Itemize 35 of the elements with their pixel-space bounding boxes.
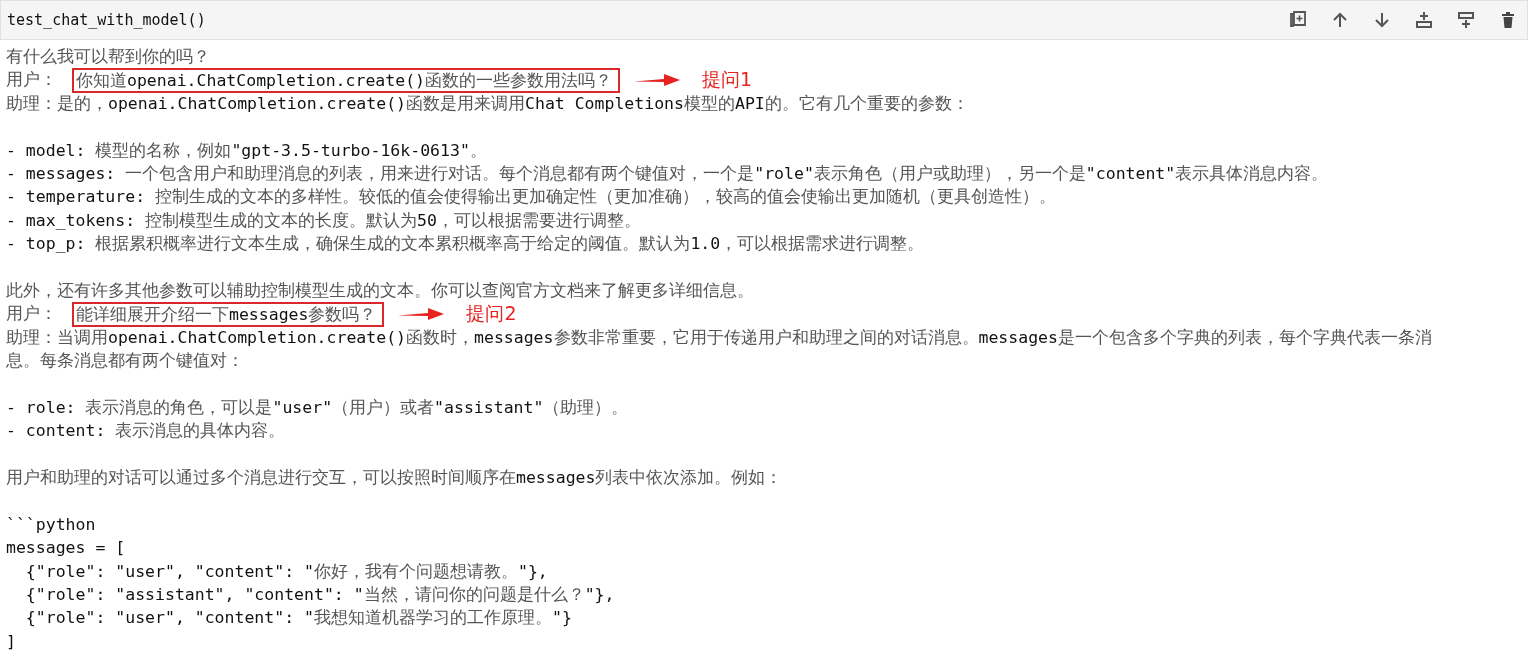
down-arrow-icon	[1372, 10, 1392, 30]
highlighted-question: 你知道openai.ChatCompletion.create()函数的一些参数用法吗？	[72, 67, 620, 93]
output-line: 助理：当调用openai.ChatCompletion.create()函数时，messages参数非常重要，它用于传递用户和助理之间的对话消息。messages是一个包含多个字典的列表，每个字典代表一条消	[6, 325, 1432, 349]
output-line: - role: 表示消息的角色，可以是"user"（用户）或者"assistant"（助理）。	[6, 395, 629, 419]
annotation-label: 提问2	[466, 302, 517, 326]
output-line: - temperature: 控制生成的文本的多样性。较低的值会使得输出更加确定性（更加准确），较高的值会使输出更加随机（更具创造性）。	[6, 185, 1056, 209]
output-line: - top_p: 根据累积概率进行文本生成，确保生成的文本累积概率高于给定的阈值。默认为1.0，可以根据需求进行调整。	[6, 232, 925, 256]
copy-icon	[1288, 10, 1308, 30]
highlighted-question: 能详细展开介绍一下messages参数吗？	[72, 301, 385, 327]
output-line: 有什么我可以帮到你的吗？	[6, 45, 210, 68]
insert-below-icon	[1456, 10, 1476, 30]
output-line: 息。每条消息都有两个键值对：	[6, 349, 244, 373]
code-cell[interactable]: test_chat_with_model()	[0, 0, 1528, 40]
insert-above-button[interactable]	[1413, 9, 1435, 31]
output-line: - messages: 一个包含用户和助理消息的列表，用来进行对话。每个消息都有两个键值对，一个是"role"表示角色（用户或助理），另一个是"content"表示具体消息内容。	[6, 161, 1329, 185]
output-line: 用户和助理的对话可以通过多个消息进行交互，可以按照时间顺序在messages列表中依次添加。例如：	[6, 466, 783, 490]
insert-below-button[interactable]	[1455, 9, 1477, 31]
speaker-label: 用户：	[6, 68, 58, 92]
speaker-label: 用户：	[6, 302, 58, 326]
output-line: {"role": "assistant", "content": "当然，请问你的问题是什么？"},	[24, 583, 615, 606]
output-line: messages = [	[6, 537, 126, 560]
arrow-icon	[634, 73, 680, 88]
output-line: {"role": "user", "content": "我想知道机器学习的工作原理。"}	[24, 606, 572, 630]
output-line: 助理：是的，openai.ChatCompletion.create()函数是用来调用Chat Completions模型的API的。它有几个重要的参数：	[6, 91, 969, 115]
annotation-label: 提问1	[702, 68, 753, 92]
output-line: - content: 表示消息的具体内容。	[6, 419, 286, 443]
arrow-icon	[398, 307, 445, 321]
code-text: test_chat_with_model()	[7, 11, 206, 29]
insert-above-icon	[1414, 10, 1434, 30]
output-line: - model: 模型的名称，例如"gpt-3.5-turbo-16k-0613"。	[6, 138, 487, 162]
output-line: ]	[6, 630, 16, 653]
output-line: ```python	[6, 513, 96, 536]
output-line: {"role": "user", "content": "你好，我有个问题想请教。"},	[24, 559, 548, 583]
output-line: 此外，还有许多其他参数可以辅助控制模型生成的文本。你可以查阅官方文档来了解更多详细信息。	[6, 278, 754, 302]
output-line: - max_tokens: 控制模型生成的文本的长度。默认为50，可以根据需要进行调整。	[6, 208, 641, 232]
